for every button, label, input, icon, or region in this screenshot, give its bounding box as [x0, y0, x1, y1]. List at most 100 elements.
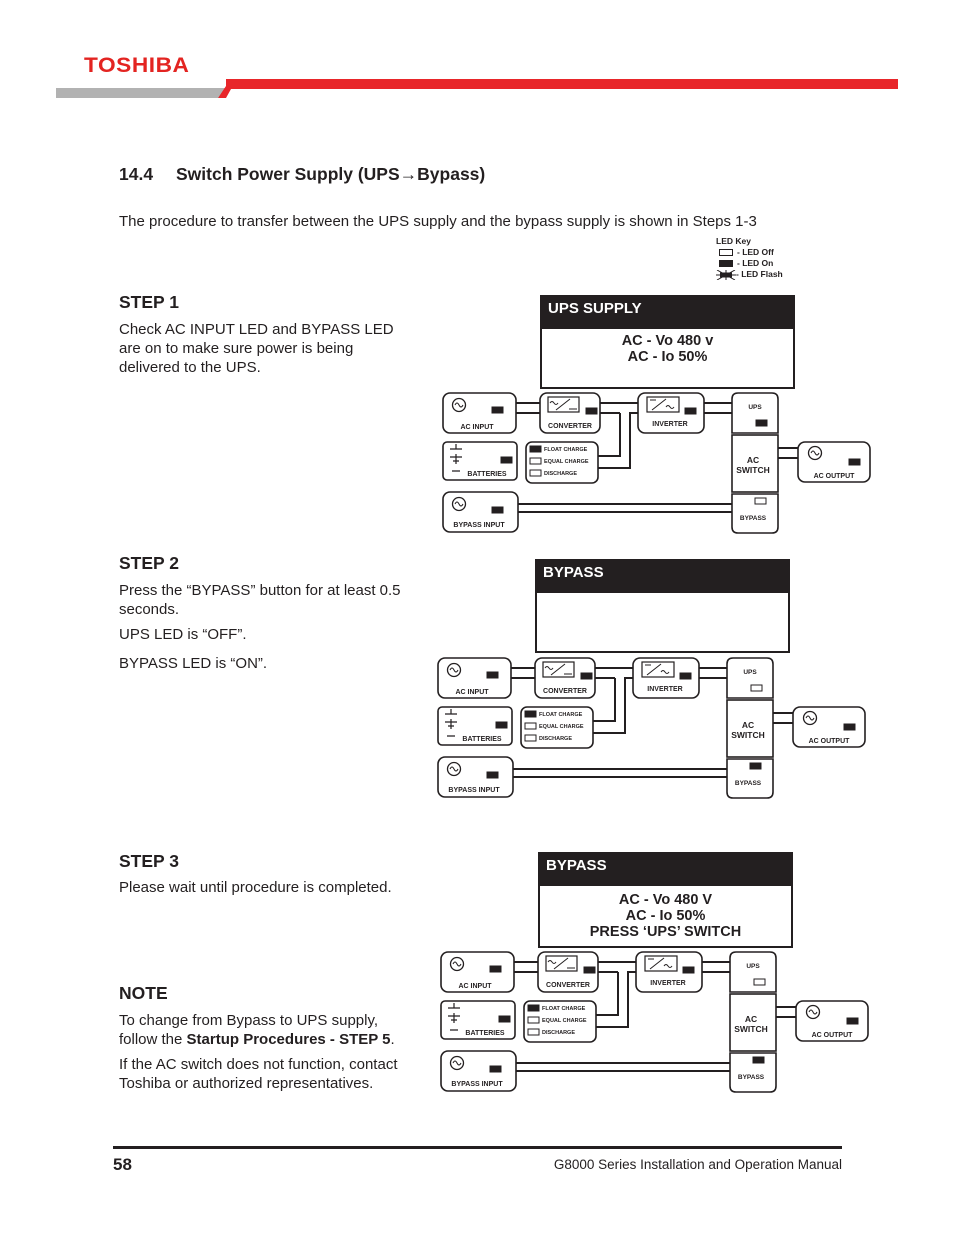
display-line: AC - Vo 480 v [621, 333, 714, 349]
ac-input-led [491, 406, 504, 414]
equal-charge-label: EQUAL CHARGE [542, 1018, 587, 1024]
ups-led [755, 419, 768, 427]
step-2-text: Press the “BYPASS” button for at least 0… [119, 581, 419, 679]
batteries-label: BATTERIES [467, 471, 506, 478]
converter-label: CONVERTER [548, 423, 592, 430]
section-heading: 14.4 Switch Power Supply (UPS→Bypass) [119, 164, 485, 185]
ac-switch-label: SWITCH [736, 465, 770, 475]
equal-charge-led [529, 457, 542, 465]
ac-switch-label: AC [747, 455, 759, 465]
converter-led [583, 966, 596, 974]
bypass-input-label: BYPASS INPUT [453, 522, 505, 529]
ups-label: UPS [746, 963, 760, 970]
converter-led [580, 672, 593, 680]
step-1-paragraph: Check AC INPUT LED and BYPASS LED are on… [119, 321, 394, 376]
step-1-title: STEP 1 [119, 292, 179, 312]
bypass-led [749, 762, 762, 770]
float-charge-label: FLOAT CHARGE [542, 1006, 586, 1012]
ac-output-label: AC OUTPUT [814, 473, 856, 480]
inverter-led [682, 966, 695, 974]
bypass-label: BYPASS [738, 1074, 765, 1081]
inverter-symbol-icon [646, 396, 680, 413]
header-band-red [226, 79, 898, 89]
step-3-text: Please wait until procedure is completed… [119, 878, 419, 903]
wire-charger-float [598, 413, 621, 457]
bypass-input-led [486, 771, 499, 779]
ac-switch-label: SWITCH [734, 1024, 768, 1034]
batteries-label: BATTERIES [462, 736, 501, 743]
bypass-input-label: BYPASS INPUT [448, 787, 500, 794]
step-1-diagram: AC INPUT CONVERTER INVERTER UPS ACSWITCH BYPA… [442, 392, 871, 534]
display-header: BYPASS [537, 561, 788, 593]
ups-box [731, 392, 779, 434]
ac-switch-label: SWITCH [731, 730, 765, 740]
bypass-label: BYPASS [735, 780, 762, 787]
discharge-led [527, 1028, 540, 1036]
footer-rule [113, 1146, 842, 1149]
float-charge-led [527, 1004, 540, 1012]
batteries-led [500, 456, 513, 464]
wire-charger-equal [598, 412, 638, 469]
page-number: 58 [113, 1155, 132, 1174]
ac-output-label: AC OUTPUT [812, 1032, 854, 1039]
equal-charge-led [527, 1016, 540, 1024]
float-charge-led [524, 710, 537, 718]
section-number: 14.4 [119, 164, 154, 184]
discharge-label: DISCHARGE [539, 736, 572, 742]
ac-input-led [486, 671, 499, 679]
section-title: Switch Power Supply (UPS→Bypass) [176, 164, 486, 184]
batteries-led [495, 721, 508, 729]
wire-charger-equal [593, 677, 633, 734]
converter-label: CONVERTER [546, 982, 590, 989]
discharge-label: DISCHARGE [542, 1030, 575, 1036]
display-line: AC - Io 50% [625, 908, 706, 924]
note-paragraph-1: To change from Bypass to UPS supply, fol… [119, 1011, 419, 1049]
ac-switch-label: AC [742, 720, 754, 730]
ups-label: UPS [743, 669, 757, 676]
equal-charge-label: EQUAL CHARGE [539, 724, 584, 730]
inverter-symbol-icon [644, 955, 678, 972]
intro-text: The procedure to transfer between the UP… [119, 213, 757, 230]
wire-charger-float [596, 972, 619, 1016]
inverter-label: INVERTER [647, 686, 682, 693]
led-key: LED Key - LED Off - LED On - LED Flash [716, 236, 783, 280]
bypass-input-led [491, 506, 504, 514]
discharge-label: DISCHARGE [544, 471, 577, 477]
led-on-icon [719, 260, 733, 267]
display-line: PRESS ‘UPS’ SWITCH [589, 924, 742, 940]
ups-box [726, 657, 774, 699]
step-3-paragraph: Please wait until procedure is completed… [119, 879, 392, 896]
display-line: AC - Io 50% [627, 349, 708, 365]
bypass-label: BYPASS [740, 515, 767, 522]
display-header: BYPASS [540, 854, 791, 886]
startup-procedures-reference: Startup Procedures - STEP 5 [186, 1031, 391, 1048]
manual-title: G8000 Series Installation and Operation … [553, 1157, 842, 1172]
discharge-led [524, 734, 537, 742]
converter-led [585, 407, 598, 415]
ac-input-led [489, 965, 502, 973]
led-key-title: LED Key [716, 236, 751, 246]
equal-charge-led [524, 722, 537, 730]
wire-charger-equal [596, 971, 636, 1028]
step-2-paragraph: BYPASS LED is “ON”. [119, 655, 268, 672]
led-key-label: - LED Flash [736, 269, 783, 279]
ups-box [729, 951, 777, 993]
step-2-display: BYPASS [535, 559, 790, 653]
bypass-input-led [489, 1065, 502, 1073]
ac-input-label: AC INPUT [458, 983, 492, 990]
ac-output-led [846, 1017, 859, 1025]
ac-input-label: AC INPUT [460, 424, 494, 431]
batteries-label: BATTERIES [465, 1030, 504, 1037]
converter-label: CONVERTER [543, 688, 587, 695]
step-2-paragraph: Press the “BYPASS” button for at least 0… [119, 582, 401, 618]
step-3-diagram: AC INPUT CONVERTER INVERTER UPS ACSWITCH BYPA… [440, 951, 869, 1093]
step-2-title: STEP 2 [119, 553, 179, 573]
ac-output-led [843, 723, 856, 731]
ac-input-label: AC INPUT [455, 689, 489, 696]
inverter-symbol-icon [641, 661, 675, 678]
note-paragraph-2: If the AC switch does not function, cont… [119, 1056, 398, 1092]
ac-output-label: AC OUTPUT [809, 738, 851, 745]
bypass-led [754, 497, 767, 505]
ac-output-led [848, 458, 861, 466]
note-text: To change from Bypass to UPS supply, fol… [119, 1011, 419, 1099]
